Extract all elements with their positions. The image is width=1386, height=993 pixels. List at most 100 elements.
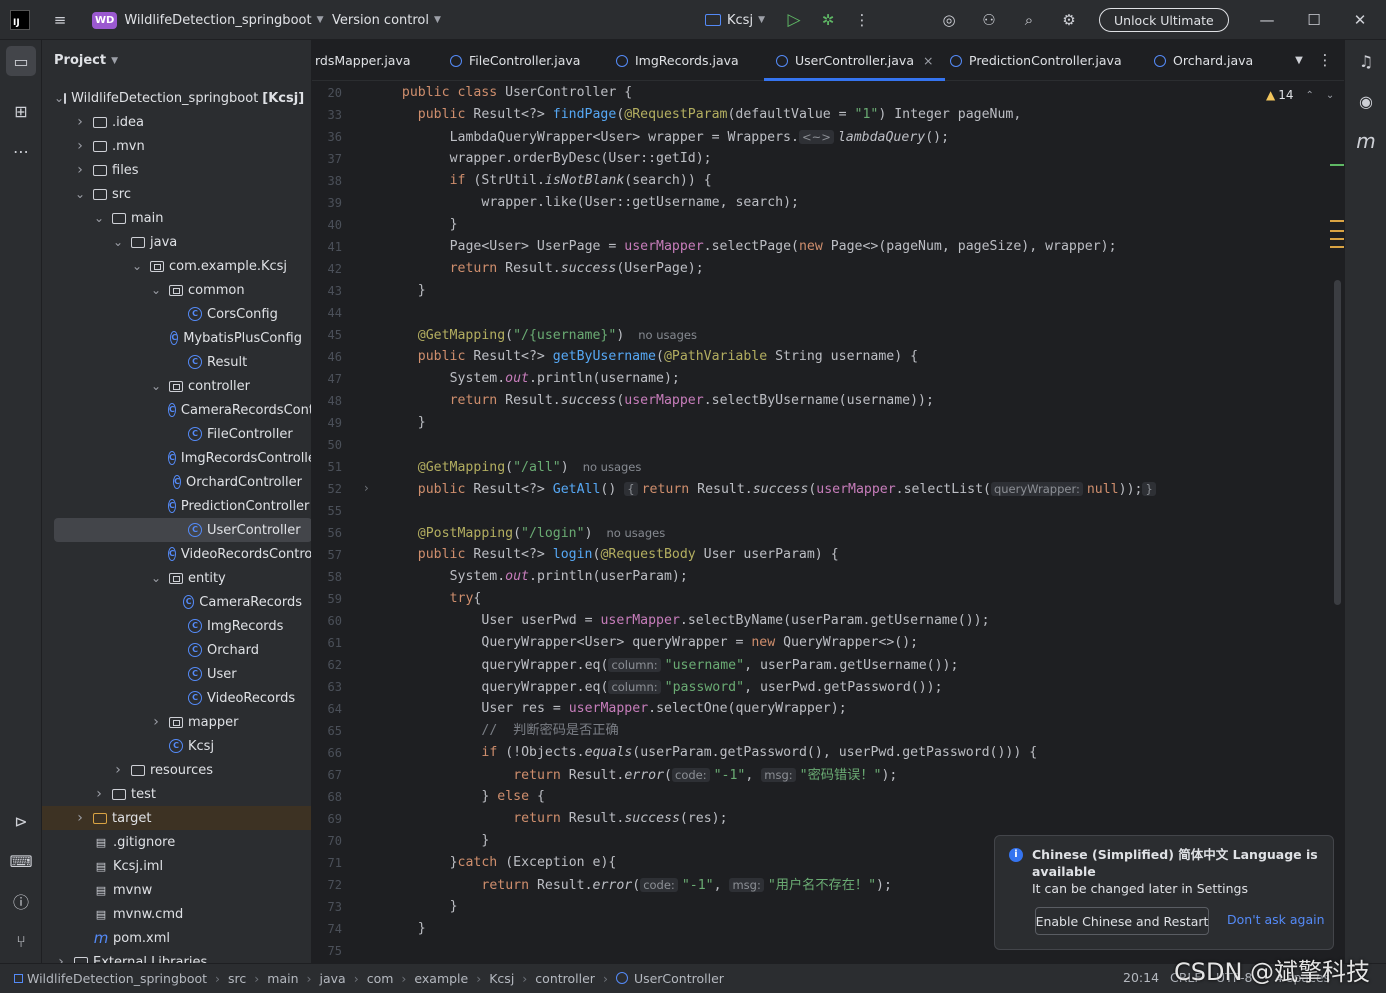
- breadcrumb-item[interactable]: example: [414, 971, 468, 986]
- project-tool-icon[interactable]: ▭: [6, 46, 36, 76]
- structure-tool-icon[interactable]: ⊞: [6, 96, 36, 126]
- code-line[interactable]: public Result<?> getByUsername(@PathVari…: [418, 346, 918, 368]
- vcs-menu[interactable]: Version control ▼: [332, 0, 441, 40]
- tabs-dropdown-icon[interactable]: ▼: [1287, 48, 1311, 72]
- tree-item[interactable]: › mapper: [42, 710, 302, 734]
- debug-icon[interactable]: ✲: [816, 8, 840, 32]
- editor-tab[interactable]: FileController.java: [450, 40, 580, 81]
- run-config-selector[interactable]: Kcsj ▼: [705, 0, 765, 40]
- problems-icon[interactable]: ⓘ: [6, 886, 36, 916]
- tree-item[interactable]: ⌄ main: [42, 206, 302, 230]
- chevron-down-icon[interactable]: ⌄: [54, 91, 64, 105]
- tree-item[interactable]: › files: [42, 158, 302, 182]
- search-icon[interactable]: ⌕: [1017, 8, 1041, 32]
- code-line[interactable]: public Result<?> findPage(@RequestParam(…: [418, 104, 1021, 126]
- main-menu-icon[interactable]: ≡: [48, 8, 72, 32]
- breadcrumb-item[interactable]: controller: [535, 971, 595, 986]
- editor-tab[interactable]: UserController.java ×: [764, 40, 946, 81]
- tree-item[interactable]: C ImgRecords: [42, 614, 302, 638]
- code-line[interactable]: return Result.error(code: "-1", msg: "密码错误…: [513, 764, 897, 786]
- tree-item[interactable]: C CameraRecords: [42, 590, 302, 614]
- chevron-down-icon[interactable]: ⌄: [149, 283, 163, 297]
- code-line[interactable]: queryWrapper.eq(column: "username", userP…: [481, 654, 958, 676]
- chevron-right-icon[interactable]: ›: [111, 762, 125, 778]
- code-line[interactable]: wrapper.orderByDesc(User::getId);: [450, 148, 712, 170]
- editor-tab[interactable]: PredictionController.java: [950, 40, 1122, 81]
- code-line[interactable]: public Result<?> GetAll() {return Result…: [418, 478, 1160, 500]
- tree-item[interactable]: ⌄ java: [42, 230, 302, 254]
- code-line[interactable]: LambdaQueryWrapper<User> wrapper = Wrapp…: [450, 126, 949, 148]
- code-line[interactable]: return Result.success(UserPage);: [450, 258, 704, 280]
- tree-item[interactable]: ▤ mvnw: [42, 878, 302, 902]
- tree-item[interactable]: ▤ Kcsj.iml: [42, 854, 302, 878]
- tree-item[interactable]: ⌄ WildlifeDetection_springboot [Kcsj]: [42, 86, 304, 110]
- tabs-more-icon[interactable]: ⋮: [1313, 48, 1337, 72]
- settings-gear-icon[interactable]: ⚙: [1057, 8, 1081, 32]
- code-line[interactable]: public Result<?> login(@RequestBody User…: [418, 544, 839, 566]
- ai-assistant-icon[interactable]: ◎: [937, 8, 961, 32]
- enable-chinese-button[interactable]: Enable Chinese and Restart: [1035, 907, 1209, 935]
- terminal-icon[interactable]: ⌨: [6, 846, 36, 876]
- git-icon[interactable]: ⑂: [6, 926, 36, 956]
- caret-position[interactable]: 20:14: [1123, 970, 1159, 985]
- tree-item[interactable]: ⌄ com.example.Kcsj: [42, 254, 302, 278]
- close-icon[interactable]: ✕: [1348, 8, 1372, 32]
- chevron-right-icon[interactable]: ›: [54, 954, 68, 963]
- tree-item[interactable]: C Kcsj: [42, 734, 302, 758]
- chevron-right-icon[interactable]: ›: [149, 714, 163, 730]
- maven-icon[interactable]: m: [1351, 126, 1381, 156]
- tree-item[interactable]: › .mvn: [42, 134, 302, 158]
- code-line[interactable]: return Result.error(code: "-1", msg: "用户名不…: [481, 874, 892, 896]
- breadcrumb-item[interactable]: WildlifeDetection_springboot: [14, 971, 207, 986]
- code-line[interactable]: Page<User> UserPage = userMapper.selectP…: [450, 236, 1117, 258]
- tree-item[interactable]: ▤ .gitignore: [42, 830, 302, 854]
- breadcrumb-item[interactable]: src: [228, 971, 246, 986]
- tree-item[interactable]: C OrchardController: [42, 470, 302, 494]
- code-line[interactable]: }: [450, 896, 458, 918]
- unlock-ultimate-button[interactable]: Unlock Ultimate: [1099, 8, 1229, 32]
- close-tab-icon[interactable]: ×: [923, 53, 933, 68]
- code-line[interactable]: @GetMapping("/all") no usages: [418, 456, 642, 478]
- project-selector[interactable]: WD WildlifeDetection_springboot ▼: [92, 0, 324, 40]
- code-line[interactable]: }: [481, 830, 489, 852]
- tree-item[interactable]: ⌄ common: [42, 278, 302, 302]
- code-line[interactable]: @PostMapping("/login") no usages: [418, 522, 665, 544]
- tree-item[interactable]: C ImgRecordsController: [42, 446, 311, 470]
- tree-item[interactable]: ⌄ controller: [42, 374, 302, 398]
- editor-tab[interactable]: ImgRecords.java: [616, 40, 739, 81]
- tree-item[interactable]: C MybatisPlusConfig: [42, 326, 302, 350]
- chevron-down-icon[interactable]: ⌄: [92, 211, 106, 225]
- code-line[interactable]: public class UserController {: [402, 82, 632, 104]
- tree-item[interactable]: ⌄ entity: [42, 566, 302, 590]
- editor-scrollbar[interactable]: [1334, 280, 1341, 605]
- code-area[interactable]: public class UserController {public Resu…: [312, 81, 1332, 963]
- code-line[interactable]: }: [450, 214, 458, 236]
- tree-item[interactable]: › test: [42, 782, 302, 806]
- code-line[interactable]: return Result.success(userMapper.selectB…: [450, 390, 934, 412]
- breadcrumb-item[interactable]: UserController: [615, 971, 724, 986]
- breadcrumb-item[interactable]: Kcsj: [489, 971, 514, 986]
- tree-item[interactable]: › target: [42, 806, 311, 830]
- tree-item[interactable]: C Orchard: [42, 638, 302, 662]
- code-line[interactable]: if (!Objects.equals(userParam.getPasswor…: [481, 742, 1037, 764]
- tree-item[interactable]: C PredictionController: [42, 494, 309, 518]
- chevron-down-icon[interactable]: ⌄: [149, 571, 163, 585]
- ai-chat-icon[interactable]: ◉: [1351, 86, 1381, 116]
- tree-item[interactable]: ⌄ src: [42, 182, 302, 206]
- tree-item[interactable]: C User: [42, 662, 302, 686]
- chevron-right-icon[interactable]: ›: [73, 114, 87, 130]
- project-panel-title[interactable]: Project ▼: [54, 40, 118, 81]
- code-line[interactable]: }: [418, 918, 426, 940]
- tree-item[interactable]: › .idea: [42, 110, 302, 134]
- tree-item[interactable]: m pom.xml: [42, 926, 302, 950]
- tree-item[interactable]: C FileController: [42, 422, 302, 446]
- maximize-icon[interactable]: ☐: [1302, 8, 1326, 32]
- services-icon[interactable]: ⊳: [6, 806, 36, 836]
- more-actions-icon[interactable]: ⋮: [850, 8, 874, 32]
- chevron-right-icon[interactable]: ›: [73, 810, 87, 826]
- code-line[interactable]: queryWrapper.eq(column: "password", userP…: [481, 676, 943, 698]
- tree-item[interactable]: C VideoRecords: [42, 686, 302, 710]
- tree-item[interactable]: C Result: [42, 350, 302, 374]
- run-icon[interactable]: ▷: [782, 8, 806, 32]
- breadcrumb-item[interactable]: main: [267, 971, 298, 986]
